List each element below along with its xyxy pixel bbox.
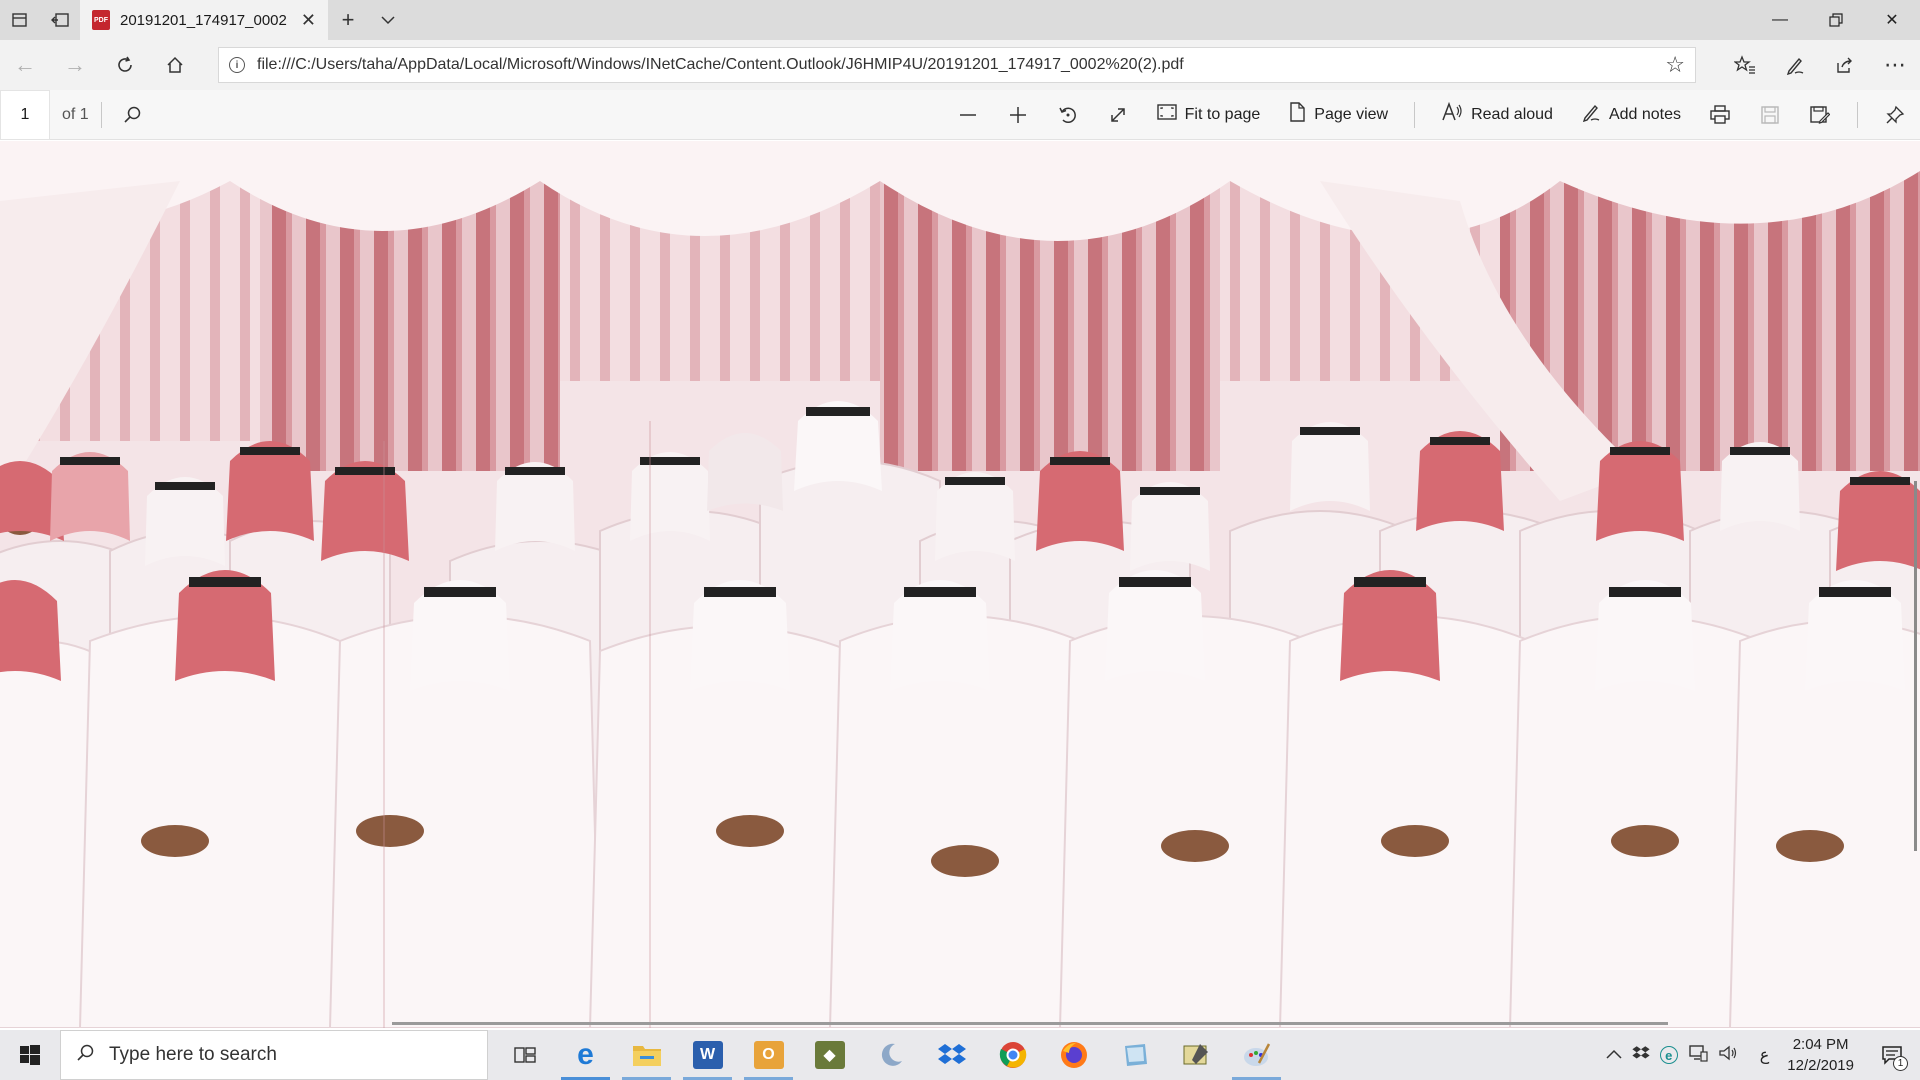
page-total-label: of 1 (62, 105, 89, 123)
edge-logo-icon: e (577, 1038, 594, 1071)
address-url[interactable]: file:///C:/Users/taha/AppData/Local/Micr… (257, 56, 1653, 74)
save-button[interactable] (1745, 90, 1795, 140)
chevron-up-icon[interactable] (1606, 1046, 1622, 1064)
quran-app-icon[interactable]: ◆ (799, 1030, 860, 1080)
back-button[interactable]: ← (0, 40, 50, 90)
paint-app-icon[interactable] (1226, 1030, 1287, 1080)
vertical-scrollbar[interactable] (1914, 481, 1917, 851)
close-window-button[interactable]: ✕ (1864, 0, 1920, 40)
action-center-icon[interactable]: 1 (1872, 1035, 1912, 1075)
outlook-icon[interactable]: O (738, 1030, 799, 1080)
windows-start-icon[interactable] (0, 1030, 60, 1080)
system-tray: e ع 2:04 PM 12/2/2019 1 (1606, 1030, 1920, 1080)
info-icon[interactable]: i (229, 57, 245, 73)
certificate-app-icon[interactable] (1165, 1030, 1226, 1080)
volume-icon[interactable] (1718, 1044, 1738, 1067)
page-view-icon (1288, 102, 1306, 127)
pdf-toolbar: 1 of 1 Fit to page Page view Read aloud … (0, 89, 1920, 140)
toolbar-divider (100, 101, 102, 128)
zoom-in-button[interactable] (993, 90, 1043, 140)
minimize-button[interactable]: — (1752, 0, 1808, 40)
dropbox-icon[interactable] (921, 1030, 982, 1080)
save-as-button[interactable] (1795, 90, 1845, 140)
read-aloud-label: Read aloud (1471, 105, 1553, 123)
rotate-button[interactable] (1043, 90, 1093, 140)
horizontal-scrollbar[interactable] (392, 1022, 1668, 1025)
tab-actions-icon[interactable] (0, 0, 40, 40)
pdf-icon: PDF (92, 10, 110, 30)
clock-date: 12/2/2019 (1787, 1057, 1854, 1074)
edge-browser-icon[interactable]: e (555, 1030, 616, 1080)
search-icon (75, 1043, 95, 1068)
outlook-logo-icon: O (753, 1041, 784, 1069)
dropbox-tray-icon[interactable] (1632, 1045, 1650, 1066)
notes-app-icon[interactable] (1104, 1030, 1165, 1080)
group-photo-image (0, 141, 1920, 1028)
notification-count-badge: 1 (1893, 1056, 1908, 1071)
input-language-indicator[interactable]: ع (1760, 1045, 1770, 1065)
forward-button[interactable]: → (50, 40, 100, 90)
tab-active-pdf[interactable]: PDF 20191201_174917_0002 ✕ (80, 0, 328, 40)
title-bar: PDF 20191201_174917_0002 ✕ + — ✕ (0, 0, 1920, 40)
moon-app-icon[interactable] (860, 1030, 921, 1080)
set-tabs-aside-icon[interactable] (40, 0, 80, 40)
pen-icon (1581, 102, 1601, 127)
word-logo-icon: W (692, 1041, 723, 1069)
restore-button[interactable] (1808, 0, 1864, 40)
book-icon: ◆ (814, 1041, 845, 1069)
add-notes-button[interactable]: Add notes (1567, 90, 1695, 140)
page-view-button[interactable]: Page view (1274, 90, 1402, 140)
taskbar-search-input[interactable]: Type here to search (60, 1030, 488, 1080)
print-button[interactable] (1695, 90, 1745, 140)
favorites-icon[interactable] (1720, 40, 1770, 90)
fit-to-page-label: Fit to page (1184, 105, 1261, 123)
edge-tray-icon[interactable]: e (1659, 1046, 1678, 1064)
toolbar-divider (1857, 101, 1858, 128)
new-tab-icon[interactable]: + (328, 0, 368, 40)
task-view-icon[interactable] (494, 1030, 555, 1080)
toolbar-divider (1414, 101, 1416, 128)
add-notes-label: Add notes (1608, 105, 1681, 123)
tab-title: 20191201_174917_0002 (120, 11, 287, 29)
home-button[interactable] (150, 40, 200, 90)
page-view-label: Page view (1314, 105, 1389, 123)
navigation-bar: ← → i file:///C:/Users/taha/AppData/Loca… (0, 40, 1920, 90)
refresh-button[interactable] (100, 40, 150, 90)
address-bar[interactable]: i file:///C:/Users/taha/AppData/Local/Mi… (218, 47, 1696, 83)
file-explorer-icon[interactable] (616, 1030, 677, 1080)
pdf-document-page (0, 141, 1920, 1028)
close-tab-icon[interactable]: ✕ (301, 10, 316, 31)
firefox-icon[interactable] (1043, 1030, 1104, 1080)
page-number-input[interactable]: 1 (0, 89, 50, 140)
zoom-out-button[interactable] (943, 90, 993, 140)
chrome-icon[interactable] (982, 1030, 1043, 1080)
read-aloud-button[interactable]: Read aloud (1427, 90, 1567, 140)
pin-toolbar-icon[interactable] (1870, 90, 1920, 140)
fit-to-page-button[interactable]: Fit to page (1143, 90, 1275, 140)
fit-to-page-icon (1156, 103, 1177, 126)
web-note-pen-icon[interactable] (1770, 40, 1820, 90)
network-icon[interactable] (1688, 1044, 1708, 1067)
clock-time: 2:04 PM (1792, 1036, 1849, 1053)
taskbar: Type here to search e W O ◆ e ع 2:04 PM … (0, 1030, 1920, 1080)
share-icon[interactable] (1820, 40, 1870, 90)
full-screen-button[interactable] (1093, 90, 1143, 140)
read-aloud-icon (1441, 101, 1463, 127)
chevron-down-icon[interactable] (368, 0, 408, 40)
search-icon[interactable] (114, 105, 150, 125)
word-icon[interactable]: W (677, 1030, 738, 1080)
search-placeholder: Type here to search (109, 1044, 277, 1065)
more-options-icon[interactable]: ⋯ (1870, 40, 1920, 90)
taskbar-clock[interactable]: 2:04 PM 12/2/2019 (1787, 1034, 1854, 1076)
favorite-star-icon[interactable]: ☆ (1665, 52, 1685, 78)
